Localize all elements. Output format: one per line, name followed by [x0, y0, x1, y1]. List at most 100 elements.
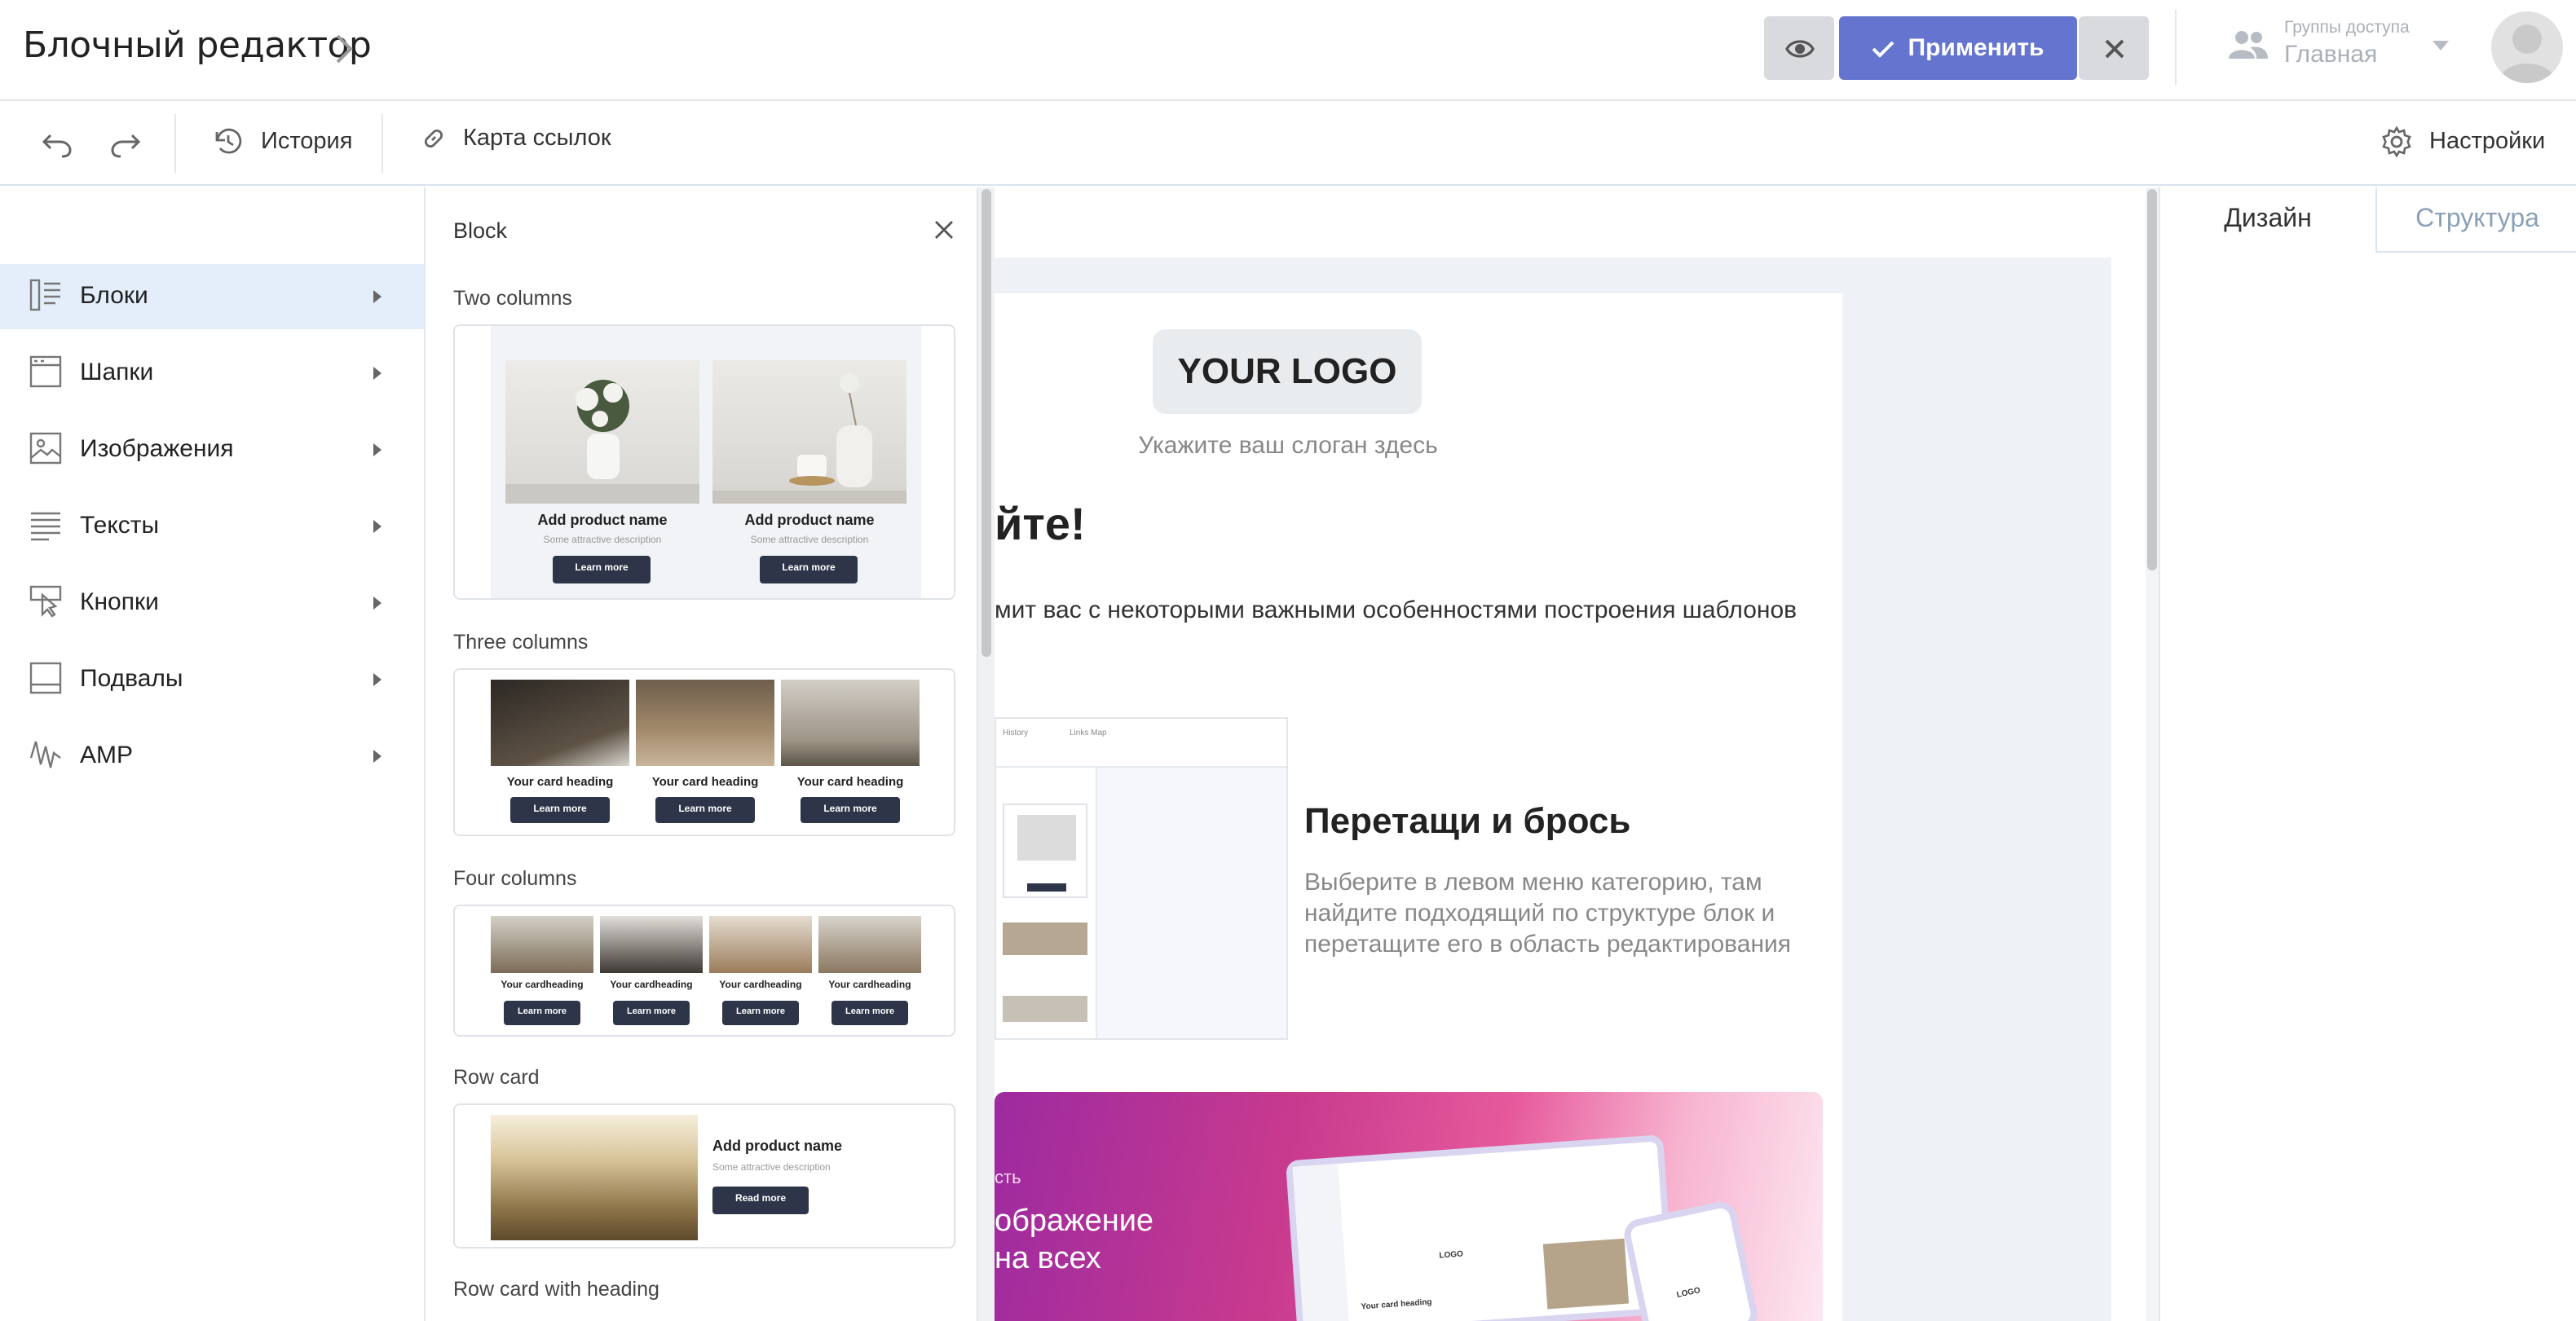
settings-button[interactable]: Настройки	[2380, 125, 2545, 158]
flowers-vase-icon	[505, 380, 699, 504]
avatar[interactable]	[2491, 11, 2563, 83]
tab-structure[interactable]: Структура	[2375, 187, 2576, 253]
close-icon[interactable]	[934, 220, 954, 240]
mock-photo	[1542, 1238, 1630, 1310]
product-image	[712, 360, 906, 504]
menu-item-buttons[interactable]: Кнопки	[0, 570, 424, 636]
menu-item-label: Кнопки	[80, 588, 159, 616]
redo-icon[interactable]	[108, 125, 143, 161]
menu-item-images[interactable]: Изображения	[0, 417, 424, 482]
header-icon	[29, 355, 62, 388]
banner-heading: ображение на всех	[995, 1203, 1153, 1278]
section-label-three-columns: Three columns	[453, 631, 589, 654]
apply-button[interactable]: Применить	[1839, 16, 2077, 80]
block-row-card[interactable]: Add product name Some attractive descrip…	[453, 1103, 955, 1248]
mock-card	[1003, 804, 1087, 898]
wheat-image	[491, 1115, 698, 1240]
image-icon	[29, 432, 62, 465]
learn-more-button: Learn more	[760, 556, 858, 583]
chevron-right-icon[interactable]	[333, 33, 355, 65]
caret-right-icon	[373, 290, 382, 303]
mock-logo: LOGO	[1439, 1249, 1464, 1262]
preview-button[interactable]	[1764, 16, 1834, 80]
card-heading: Your card heading	[796, 774, 904, 789]
vase-cup-icon	[712, 373, 906, 504]
promo-banner[interactable]: сть ображение на всех LOGO Your card hea…	[995, 1092, 1823, 1321]
card-image	[491, 916, 593, 973]
menu-item-texts[interactable]: Тексты	[0, 494, 424, 559]
banner-line: на всех	[995, 1242, 1101, 1276]
product-name: Add product name	[744, 512, 875, 528]
mock-history: History	[1003, 729, 1029, 738]
section-label-four-columns: Four columns	[453, 867, 577, 890]
amp-icon	[29, 741, 61, 768]
history-icon	[215, 128, 242, 154]
learn-more-button: Learn more	[655, 797, 755, 823]
block-four-columns[interactable]: Your cardheading Your cardheading Your c…	[453, 905, 955, 1037]
access-groups-value: Главная	[2284, 41, 2378, 68]
users-icon	[2229, 31, 2268, 59]
panel-scrollbar-thumb[interactable]	[981, 189, 991, 657]
mock-heading: Your card heading	[1361, 1297, 1432, 1313]
card-image	[491, 680, 629, 766]
access-groups-select[interactable]: Группы доступа Главная	[2227, 16, 2472, 81]
menu-item-amp[interactable]: AMP	[0, 724, 424, 789]
link-map-button[interactable]: Карта ссылок	[421, 125, 611, 152]
block-three-columns[interactable]: Your card heading Your card heading Your…	[453, 668, 955, 836]
menu-item-headers[interactable]: Шапки	[0, 341, 424, 406]
blocks-icon	[29, 279, 60, 311]
button-icon	[29, 585, 62, 618]
mock-panel	[996, 768, 1097, 1038]
card-image	[781, 680, 920, 766]
learn-more-button: Learn more	[801, 797, 900, 823]
drag-drop-title[interactable]: Перетащи и брось	[1304, 800, 1630, 843]
section-label-two-columns: Two columns	[453, 287, 572, 310]
menu-item-blocks[interactable]: Блоки	[0, 264, 424, 329]
history-button[interactable]: История	[212, 125, 352, 158]
menu-item-label: Подвалы	[80, 665, 183, 693]
link-icon	[424, 129, 443, 148]
product-description: Some attractive description	[543, 536, 662, 546]
tutorial-screenshot[interactable]: History Links Map	[995, 717, 1288, 1040]
card-heading: Your card heading	[506, 774, 614, 789]
mock-card-row	[1003, 996, 1087, 1022]
canvas-scrollbar-thumb[interactable]	[2147, 189, 2157, 570]
learn-more-button: Learn more	[510, 797, 610, 823]
block-two-columns[interactable]: Add product name Add product name Some a…	[453, 324, 955, 600]
panel-title: Block	[453, 218, 508, 243]
caret-right-icon	[373, 597, 382, 610]
close-editor-button[interactable]	[2079, 16, 2149, 80]
history-label: История	[261, 129, 353, 155]
caret-right-icon	[373, 673, 382, 686]
undo-icon[interactable]	[39, 125, 75, 161]
banner-caption: сть	[995, 1169, 1021, 1188]
check-icon	[1872, 40, 1895, 57]
caret-right-icon	[373, 520, 382, 533]
section-label-row-card: Row card	[453, 1066, 540, 1089]
drag-drop-description[interactable]: Выберите в левом меню категорию, там най…	[1304, 867, 1826, 960]
product-name: Add product name	[537, 512, 668, 528]
card-heading: Your cardheading	[610, 981, 693, 991]
template-intro[interactable]: мит вас с некоторыми важными особенностя…	[995, 597, 1797, 624]
card-image	[709, 916, 812, 973]
link-map-label: Карта ссылок	[463, 125, 611, 152]
menu-item-label: Шапки	[80, 359, 154, 386]
mock-card-button	[1027, 883, 1066, 892]
banner-line: ображение	[995, 1204, 1154, 1239]
template-greeting[interactable]: йте!	[995, 499, 1086, 551]
mock-sidebar	[1292, 1163, 1350, 1321]
mock-card-row	[1003, 922, 1087, 955]
learn-more-button: Learn more	[504, 1001, 580, 1025]
laptop-mockup: LOGO Your card heading	[1285, 1134, 1676, 1321]
mock-card-image	[1017, 815, 1076, 861]
card-image	[636, 680, 774, 766]
text-icon	[31, 512, 60, 541]
learn-more-button: Learn more	[613, 1001, 690, 1025]
template-slogan[interactable]: Укажите ваш слоган здесь	[1043, 432, 1533, 460]
caret-right-icon	[373, 750, 382, 763]
settings-label: Настройки	[2429, 129, 2546, 155]
template-logo[interactable]: YOUR LOGO	[1153, 329, 1422, 414]
menu-item-footers[interactable]: Подвалы	[0, 647, 424, 712]
learn-more-button: Learn more	[722, 1001, 799, 1025]
tab-design[interactable]: Дизайн	[2160, 187, 2375, 253]
